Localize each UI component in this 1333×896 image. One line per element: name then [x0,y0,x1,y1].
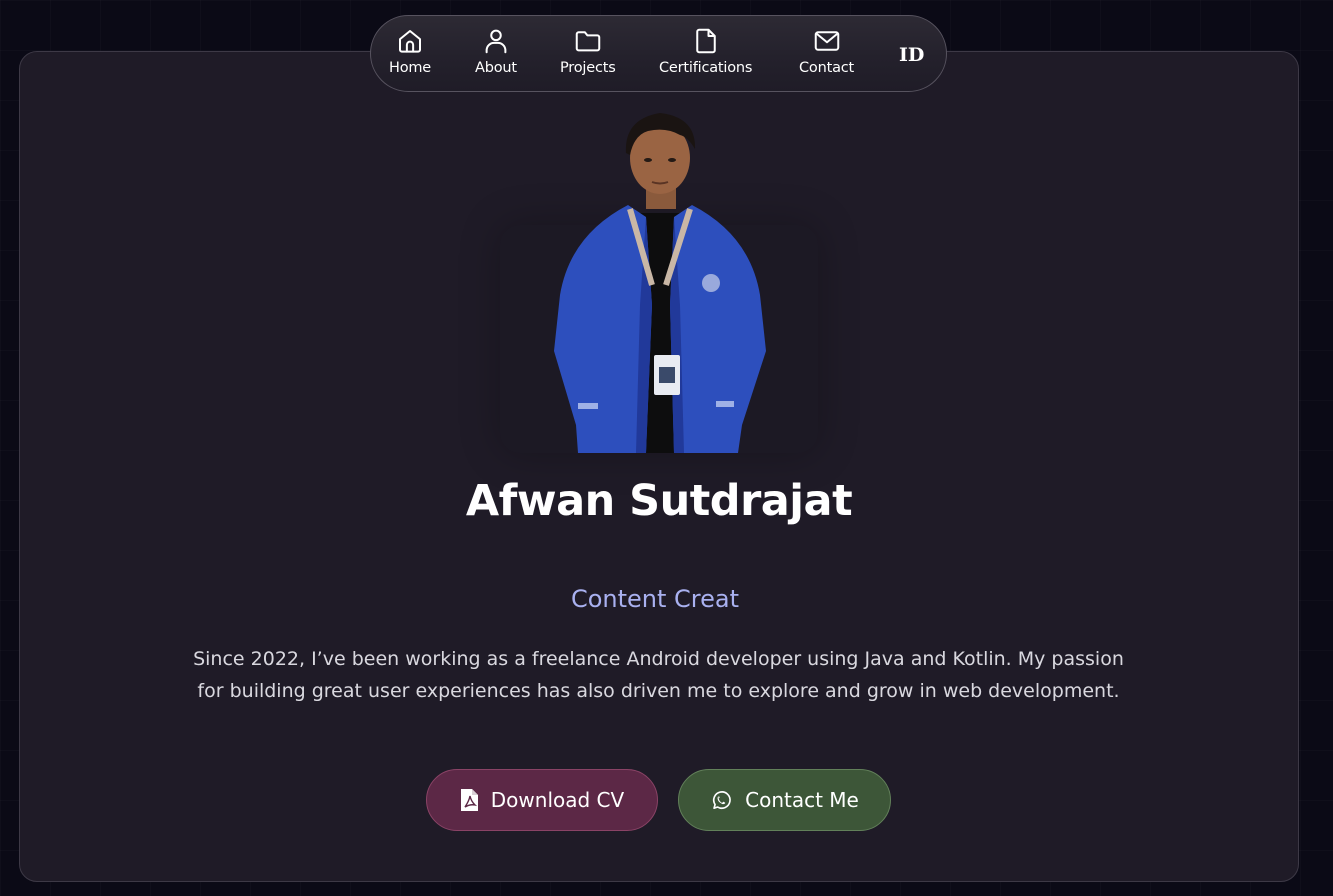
user-icon [485,29,507,54]
navbar: Home About Projects Certifications Conta… [370,15,947,92]
mail-icon [814,31,839,51]
language-toggle[interactable]: ID [899,44,924,66]
nav-label-home: Home [389,60,432,76]
home-icon [399,30,422,53]
nav-label-certifications: Certifications [659,60,753,76]
pdf-icon [460,789,478,811]
nav-item-contact[interactable]: Contact [799,26,854,76]
nav-label-contact: Contact [799,60,855,76]
profile-name: Afwan Sutdrajat [465,476,853,526]
nav-label-about: About [475,60,517,76]
nav-item-projects[interactable]: Projects [560,26,616,76]
typed-role: Content Creat [570,585,740,613]
nav-label-projects: Projects [560,60,616,76]
folder-icon [575,31,601,52]
download-cv-button[interactable]: Download CV [426,769,658,831]
contact-me-label: Contact Me [745,788,859,812]
file-icon [695,28,716,54]
nav-item-home[interactable]: Home [389,26,431,76]
whatsapp-icon [713,790,731,809]
nav-item-about[interactable]: About [475,26,517,76]
download-cv-label: Download CV [490,788,625,812]
bio-text: Since 2022, I’ve been working as a freel… [193,648,1124,702]
contact-me-button[interactable]: Contact Me [678,769,891,831]
nav-item-certifications[interactable]: Certifications [659,26,752,76]
profile-photo [554,113,766,453]
